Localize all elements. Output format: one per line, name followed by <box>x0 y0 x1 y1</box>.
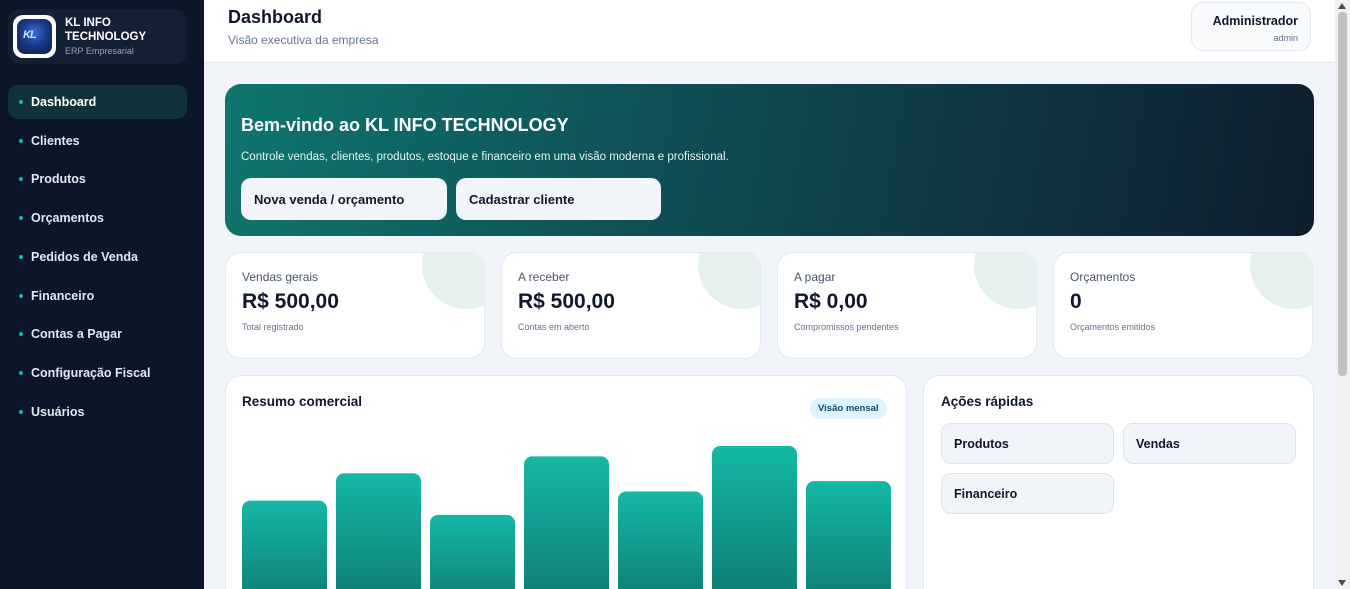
sidebar-item-label: Clientes <box>31 134 80 148</box>
stat-label: Vendas gerais <box>242 270 319 284</box>
chart-bar <box>524 456 609 589</box>
sidebar-item-usuarios[interactable]: Usuários <box>8 395 187 429</box>
monthly-view-badge[interactable]: Visão mensal <box>810 398 887 419</box>
sidebar-item-label: Usuários <box>31 405 85 419</box>
chart-bar <box>242 500 327 589</box>
sidebar-item-label: Financeiro <box>31 289 95 303</box>
stat-card-sales: Vendas gerais R$ 500,00 Total registrado <box>225 252 485 359</box>
stat-label: A receber <box>518 270 570 284</box>
sidebar-item-orcamentos[interactable]: Orçamentos <box>8 201 187 235</box>
chart-title: Resumo comercial <box>242 394 363 409</box>
top-header: Dashboard Visão executiva da empresa Adm… <box>204 0 1335 63</box>
bullet-icon <box>19 410 23 414</box>
bullet-icon <box>19 177 23 181</box>
stat-card-payable: A pagar R$ 0,00 Compromissos pendentes <box>777 252 1037 359</box>
user-name: Administrador <box>1212 14 1298 28</box>
sidebar-item-label: Configuração Fiscal <box>31 366 151 380</box>
stat-caption: Orçamentos emitidos <box>1070 322 1156 332</box>
logo-text: KL <box>23 29 37 41</box>
bullet-icon <box>19 216 23 220</box>
page-scrollbar[interactable] <box>1335 0 1350 589</box>
brand-subtitle: ERP Empresarial <box>65 46 134 56</box>
brand-card[interactable]: KL KL INFO TECHNOLOGY ERP Empresarial <box>8 9 187 64</box>
register-client-button[interactable]: Cadastrar cliente <box>456 178 661 220</box>
chart-bar <box>712 446 797 589</box>
sidebar-item-produtos[interactable]: Produtos <box>8 162 187 196</box>
bullet-icon <box>19 371 23 375</box>
chart-bar <box>618 491 703 589</box>
decorative-circle <box>698 253 760 309</box>
chart-bar <box>806 481 891 589</box>
quick-actions-card: Ações rápidas Produtos Vendas Financeiro <box>923 375 1314 589</box>
stat-caption: Contas em aberto <box>518 322 590 332</box>
stat-value: R$ 500,00 <box>242 290 339 313</box>
welcome-banner: Bem-vindo ao KL INFO TECHNOLOGY Controle… <box>225 84 1314 236</box>
decorative-circle <box>422 253 484 309</box>
stat-caption: Compromissos pendentes <box>794 322 899 332</box>
brand-name: KL INFO TECHNOLOGY <box>65 17 147 43</box>
stat-value: R$ 500,00 <box>518 290 615 313</box>
bullet-icon <box>19 255 23 259</box>
sidebar-item-configuracao-fiscal[interactable]: Configuração Fiscal <box>8 356 187 390</box>
quick-action-produtos[interactable]: Produtos <box>941 423 1114 464</box>
bullet-icon <box>19 139 23 143</box>
decorative-circle <box>1250 253 1312 309</box>
quick-action-vendas[interactable]: Vendas <box>1123 423 1296 464</box>
quick-action-financeiro[interactable]: Financeiro <box>941 473 1114 514</box>
page-subtitle: Visão executiva da empresa <box>228 33 379 47</box>
stat-label: A pagar <box>794 270 836 284</box>
sidebar-item-pedidos-de-venda[interactable]: Pedidos de Venda <box>8 240 187 274</box>
bullet-icon <box>19 294 23 298</box>
sidebar-item-label: Produtos <box>31 172 86 186</box>
user-role: admin <box>1273 33 1298 43</box>
stat-card-receivable: A receber R$ 500,00 Contas em aberto <box>501 252 761 359</box>
scroll-down-arrow-icon[interactable] <box>1338 580 1346 586</box>
sidebar-item-dashboard[interactable]: Dashboard <box>8 85 187 119</box>
sidebar-item-clientes[interactable]: Clientes <box>8 124 187 158</box>
bullet-icon <box>19 100 23 104</box>
sidebar-item-label: Pedidos de Venda <box>31 250 138 264</box>
sidebar: KL KL INFO TECHNOLOGY ERP Empresarial Da… <box>0 0 204 589</box>
bullet-icon <box>19 332 23 336</box>
decorative-circle <box>974 253 1036 309</box>
welcome-description: Controle vendas, clientes, produtos, est… <box>241 151 729 163</box>
stat-label: Orçamentos <box>1070 270 1136 284</box>
scrollbar-thumb[interactable] <box>1338 12 1347 376</box>
sidebar-item-label: Orçamentos <box>31 211 104 225</box>
commercial-summary-card: Resumo comercial Visão mensal <box>225 375 907 589</box>
quick-actions-title: Ações rápidas <box>941 394 1034 409</box>
sidebar-item-label: Contas a Pagar <box>31 327 123 341</box>
sidebar-item-financeiro[interactable]: Financeiro <box>8 279 187 313</box>
stat-value: 0 <box>1070 290 1082 313</box>
stat-value: R$ 0,00 <box>794 290 868 313</box>
sidebar-item-label: Dashboard <box>31 95 97 109</box>
chart-bar <box>336 473 421 589</box>
user-menu[interactable]: Administrador admin <box>1191 2 1311 51</box>
stat-caption: Total registrado <box>242 322 304 332</box>
chart-bar <box>430 514 515 589</box>
welcome-title: Bem-vindo ao KL INFO TECHNOLOGY <box>241 115 569 135</box>
scroll-up-arrow-icon[interactable] <box>1338 3 1346 9</box>
stat-card-quotes: Orçamentos 0 Orçamentos emitidos <box>1053 252 1313 359</box>
new-sale-button[interactable]: Nova venda / orçamento <box>241 178 447 220</box>
page-title: Dashboard <box>228 7 323 27</box>
company-logo: KL <box>13 15 56 58</box>
sidebar-item-contas-a-pagar[interactable]: Contas a Pagar <box>8 317 187 351</box>
